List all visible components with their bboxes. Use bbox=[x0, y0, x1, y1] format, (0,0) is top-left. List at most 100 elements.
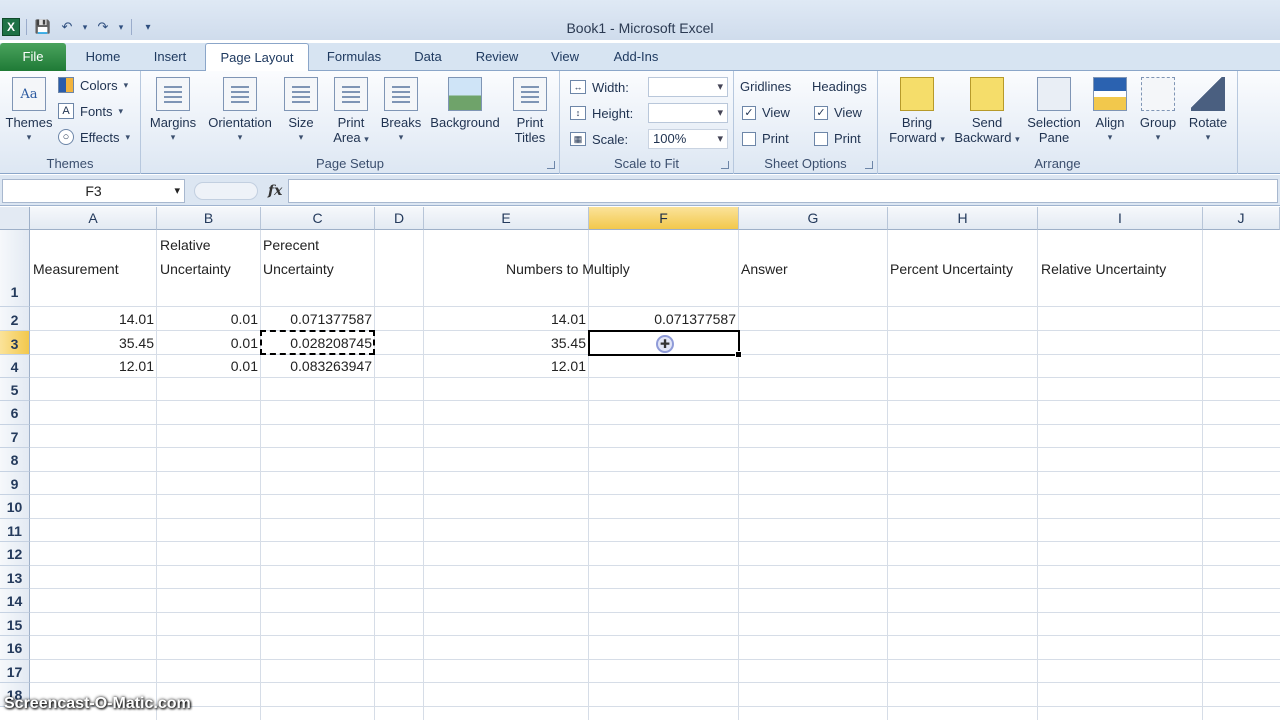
cell-e2[interactable]: 14.01 bbox=[424, 311, 586, 327]
send-backward-label-1: Send bbox=[971, 115, 1003, 130]
headings-print-checkbox[interactable]: Print bbox=[814, 131, 861, 146]
align-button[interactable]: Align ▾ bbox=[1088, 77, 1132, 145]
height-dropdown[interactable] bbox=[648, 103, 728, 123]
row-header-12[interactable]: 12 bbox=[0, 542, 30, 566]
checkbox-unchecked-icon bbox=[814, 131, 828, 146]
tab-formulas[interactable]: Formulas bbox=[316, 43, 392, 71]
column-header-e[interactable]: E bbox=[424, 207, 589, 230]
name-box[interactable]: F3 ▾ bbox=[2, 179, 185, 203]
scale-to-fit-group-label: Scale to Fit bbox=[613, 156, 680, 171]
cell-i1[interactable]: Relative Uncertainty bbox=[1041, 261, 1166, 277]
tab-insert[interactable]: Insert bbox=[140, 43, 200, 71]
colors-button[interactable]: Colors ▾ bbox=[58, 77, 128, 93]
cell-c1-line1[interactable]: Perecent bbox=[263, 237, 319, 253]
row-header-9[interactable]: 9 bbox=[0, 472, 30, 495]
cell-a3[interactable]: 35.45 bbox=[30, 335, 154, 351]
gridline bbox=[30, 659, 1280, 660]
selection-pane-button[interactable]: Selection Pane bbox=[1024, 77, 1084, 145]
column-header-a[interactable]: A bbox=[30, 207, 157, 230]
gridline bbox=[30, 682, 1280, 683]
cell-e3[interactable]: 35.45 bbox=[424, 335, 586, 351]
gridline bbox=[30, 306, 1280, 307]
effects-button[interactable]: ○ Effects ▾ bbox=[58, 129, 130, 145]
sheet-options-launcher-icon[interactable] bbox=[865, 161, 873, 169]
row-header-8[interactable]: 8 bbox=[0, 448, 30, 472]
tab-data[interactable]: Data bbox=[404, 43, 452, 71]
cell-c1-line2[interactable]: Uncertainty bbox=[263, 261, 334, 277]
cell-b1-line2[interactable]: Uncertainty bbox=[160, 261, 231, 277]
gridline bbox=[1202, 230, 1203, 720]
cell-e1[interactable]: Numbers to Multiply bbox=[506, 261, 630, 277]
scale-to-fit-launcher-icon[interactable] bbox=[721, 161, 729, 169]
insert-function-icon[interactable]: fx bbox=[268, 183, 282, 199]
scale-row: ▦ Scale: 100% bbox=[570, 129, 728, 149]
row-header-7[interactable]: 7 bbox=[0, 425, 30, 448]
column-header-d[interactable]: D bbox=[375, 207, 424, 230]
gridline bbox=[30, 471, 1280, 472]
row-header-1[interactable]: 1 bbox=[0, 230, 30, 307]
formula-input[interactable] bbox=[288, 179, 1278, 203]
row-header-14[interactable]: 14 bbox=[0, 589, 30, 613]
size-button[interactable]: Size ▾ bbox=[283, 77, 319, 145]
rotate-button[interactable]: Rotate ▾ bbox=[1182, 77, 1234, 145]
row-header-5[interactable]: 5 bbox=[0, 378, 30, 401]
select-all-button[interactable] bbox=[0, 207, 30, 230]
row-header-3[interactable]: 3 bbox=[0, 331, 30, 355]
cell-e4[interactable]: 12.01 bbox=[424, 358, 586, 374]
group-button[interactable]: Group ▾ bbox=[1136, 77, 1180, 145]
width-dropdown[interactable] bbox=[648, 77, 728, 97]
fonts-button[interactable]: A Fonts ▾ bbox=[58, 103, 123, 119]
column-header-f[interactable]: F bbox=[589, 207, 739, 230]
column-header-j[interactable]: J bbox=[1203, 207, 1280, 230]
send-backward-button[interactable]: Send Backward ▾ bbox=[952, 77, 1022, 147]
margins-button[interactable]: Margins ▾ bbox=[147, 77, 199, 145]
cell-b4[interactable]: 0.01 bbox=[157, 358, 258, 374]
cell-c2[interactable]: 0.071377587 bbox=[261, 311, 372, 327]
print-area-button[interactable]: Print Area ▾ bbox=[327, 77, 375, 147]
column-header-c[interactable]: C bbox=[261, 207, 375, 230]
row-header-4[interactable]: 4 bbox=[0, 355, 30, 378]
column-header-b[interactable]: B bbox=[157, 207, 261, 230]
column-header-h[interactable]: H bbox=[888, 207, 1038, 230]
background-button[interactable]: Background bbox=[427, 77, 503, 130]
gridlines-view-checkbox[interactable]: ✓ View bbox=[742, 105, 790, 120]
cell-g1[interactable]: Answer bbox=[741, 261, 788, 277]
chevron-down-icon[interactable]: ▾ bbox=[174, 180, 180, 202]
scale-spinner[interactable]: 100% bbox=[648, 129, 728, 149]
worksheet-grid[interactable]: A B C D E F G H I J 1 2 3 4 5 6 7 8 9 10… bbox=[0, 207, 1280, 720]
headings-view-checkbox[interactable]: ✓ View bbox=[814, 105, 862, 120]
row-header-11[interactable]: 11 bbox=[0, 519, 30, 542]
breaks-button[interactable]: Breaks ▾ bbox=[379, 77, 423, 145]
themes-button[interactable]: Aa Themes ▾ bbox=[4, 77, 54, 145]
column-header-g[interactable]: G bbox=[739, 207, 888, 230]
tab-view[interactable]: View bbox=[542, 43, 588, 71]
column-header-i[interactable]: I bbox=[1038, 207, 1203, 230]
row-header-17[interactable]: 17 bbox=[0, 660, 30, 683]
row-header-2[interactable]: 2 bbox=[0, 307, 30, 331]
cell-b2[interactable]: 0.01 bbox=[157, 311, 258, 327]
gridlines-print-checkbox[interactable]: Print bbox=[742, 131, 789, 146]
cell-a2[interactable]: 14.01 bbox=[30, 311, 154, 327]
tab-page-layout[interactable]: Page Layout bbox=[205, 43, 309, 72]
orientation-button[interactable]: Orientation ▾ bbox=[203, 77, 277, 145]
page-setup-launcher-icon[interactable] bbox=[547, 161, 555, 169]
cell-a4[interactable]: 12.01 bbox=[30, 358, 154, 374]
tab-file[interactable]: File bbox=[0, 43, 66, 71]
tab-home[interactable]: Home bbox=[76, 43, 130, 71]
cell-h1[interactable]: Percent Uncertainty bbox=[890, 261, 1013, 277]
cell-b1-line1[interactable]: Relative bbox=[160, 237, 211, 253]
gridline bbox=[30, 494, 1280, 495]
cell-f2[interactable]: 0.071377587 bbox=[589, 311, 736, 327]
row-header-15[interactable]: 15 bbox=[0, 613, 30, 636]
bring-forward-button[interactable]: Bring Forward ▾ bbox=[884, 77, 950, 147]
cell-a1[interactable]: Measurement bbox=[33, 261, 119, 277]
row-header-6[interactable]: 6 bbox=[0, 401, 30, 425]
cell-c4[interactable]: 0.083263947 bbox=[261, 358, 372, 374]
print-titles-button[interactable]: Print Titles bbox=[509, 77, 551, 145]
tab-add-ins[interactable]: Add-Ins bbox=[602, 43, 670, 71]
row-header-13[interactable]: 13 bbox=[0, 566, 30, 589]
cell-b3[interactable]: 0.01 bbox=[157, 335, 258, 351]
row-header-10[interactable]: 10 bbox=[0, 495, 30, 519]
tab-review[interactable]: Review bbox=[466, 43, 528, 71]
row-header-16[interactable]: 16 bbox=[0, 636, 30, 660]
